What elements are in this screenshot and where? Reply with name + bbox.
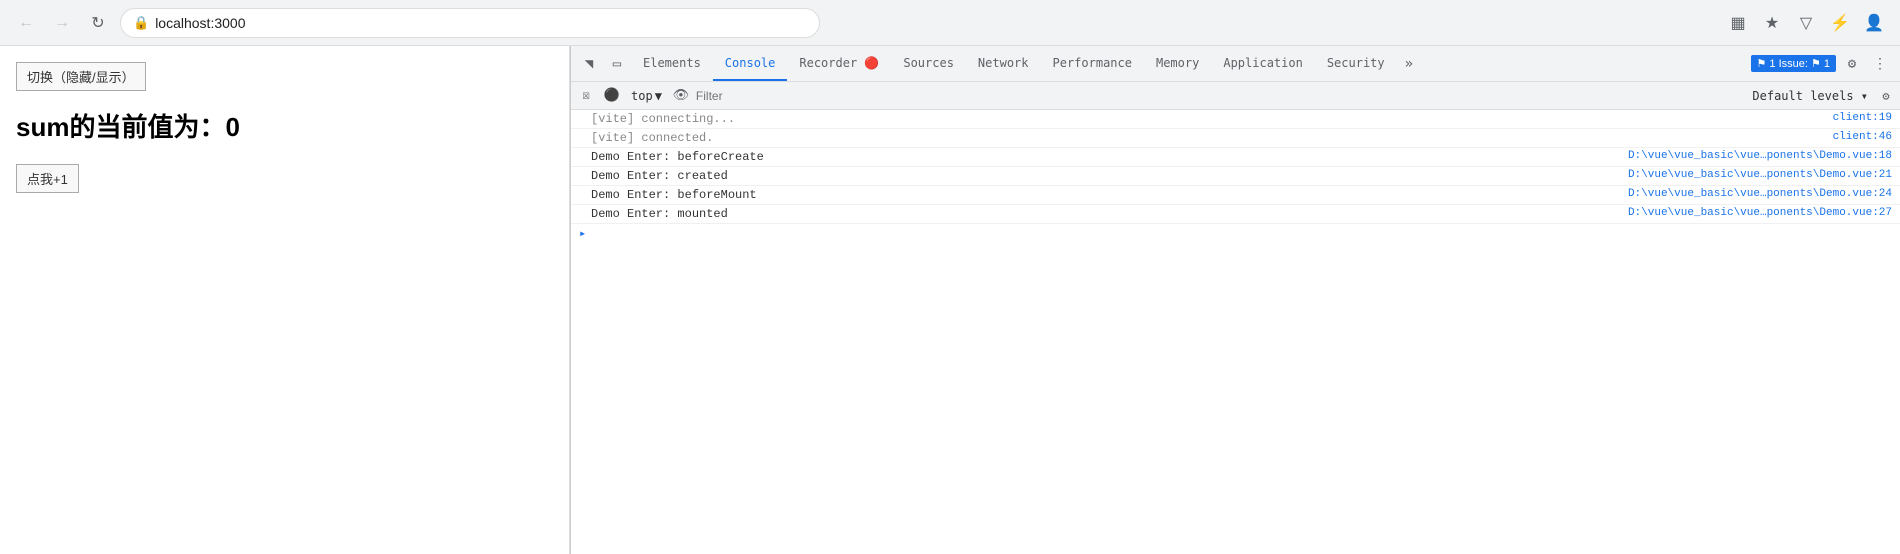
tab-recorder[interactable]: Recorder 🔴 [787, 46, 891, 81]
console-toolbar: ☒ ⚫ top ▼ 👁 Default levels ▾ ⚙ [571, 82, 1900, 110]
console-line-text: [vite] connected. [591, 131, 1817, 145]
tab-security[interactable]: Security [1315, 46, 1397, 81]
top-context-arrow: ▼ [655, 89, 662, 103]
console-line: Demo Enter: beforeMount D:\vue\vue_basic… [571, 186, 1900, 205]
eye-button[interactable]: 👁 [670, 85, 692, 107]
console-line-source[interactable]: D:\vue\vue_basic\vue…ponents\Demo.vue:27 [1628, 207, 1892, 219]
tab-console[interactable]: Console [713, 46, 788, 81]
top-context-label: top [631, 89, 653, 103]
clear-console-button[interactable]: ☒ [575, 85, 597, 107]
console-caret[interactable]: ▸ [571, 224, 1900, 243]
bookmark-button[interactable]: ★ [1758, 9, 1786, 37]
tab-more-button[interactable]: » [1397, 46, 1421, 81]
console-output: [vite] connecting... client:19 [vite] co… [571, 110, 1900, 554]
increment-button[interactable]: 点我+1 [16, 164, 79, 193]
browser-actions: ▦ ★ ▽ ⚡ 👤 [1724, 9, 1888, 37]
browser-chrome: ← → ↻ 🔒 localhost:3000 ▦ ★ ▽ ⚡ 👤 [0, 0, 1900, 46]
console-filter-settings-icon[interactable]: ⚙ [1876, 86, 1896, 106]
lock-icon: 🔒 [133, 15, 149, 31]
console-line: [vite] connected. client:46 [571, 129, 1900, 148]
tab-memory[interactable]: Memory [1144, 46, 1211, 81]
devtools-top-bar: ◥ ▭ Elements Console Recorder 🔴 Sources … [571, 46, 1900, 82]
console-line-source[interactable]: D:\vue\vue_basic\vue…ponents\Demo.vue:18 [1628, 150, 1892, 162]
main-layout: 切换（隐藏/显示） sum的当前值为：0 点我+1 ◥ ▭ Elements C… [0, 46, 1900, 554]
forward-button[interactable]: → [48, 9, 76, 37]
page-content: 切换（隐藏/显示） sum的当前值为：0 点我+1 [0, 46, 570, 554]
console-line-source[interactable]: client:19 [1833, 112, 1892, 124]
filter-input[interactable] [696, 86, 1744, 106]
console-line-text: Demo Enter: created [591, 169, 1612, 183]
devtools-more-icon[interactable]: ⋮ [1868, 52, 1892, 76]
url-text: localhost:3000 [155, 15, 245, 31]
console-line-text: [vite] connecting... [591, 112, 1817, 126]
issues-label: 1 Issue: [1769, 58, 1808, 70]
console-line-text: Demo Enter: mounted [591, 207, 1612, 221]
issues-button[interactable]: ⚑ 1 Issue: ⚑ 1 [1751, 55, 1836, 72]
console-line: Demo Enter: mounted D:\vue\vue_basic\vue… [571, 205, 1900, 224]
default-levels-label: Default levels ▾ [1752, 89, 1868, 103]
console-line: [vite] connecting... client:19 [571, 110, 1900, 129]
console-line-text: Demo Enter: beforeMount [591, 188, 1612, 202]
tab-performance[interactable]: Performance [1041, 46, 1144, 81]
profile-button[interactable]: ▽ [1792, 9, 1820, 37]
console-line-source[interactable]: D:\vue\vue_basic\vue…ponents\Demo.vue:21 [1628, 169, 1892, 181]
devtools-panel: ◥ ▭ Elements Console Recorder 🔴 Sources … [570, 46, 1900, 554]
page-heading: sum的当前值为：0 [16, 107, 553, 144]
console-line-source[interactable]: client:46 [1833, 131, 1892, 143]
toggle-button[interactable]: 切换（隐藏/显示） [16, 62, 146, 91]
issues-icon: ⚑ [1757, 57, 1767, 70]
extensions-button[interactable]: ⚡ [1826, 9, 1854, 37]
address-bar[interactable]: 🔒 localhost:3000 [120, 8, 820, 38]
tab-elements[interactable]: Elements [631, 46, 713, 81]
devtools-tab-actions: ⚑ 1 Issue: ⚑ 1 ⚙ ⋮ [1751, 52, 1896, 76]
console-line-source[interactable]: D:\vue\vue_basic\vue…ponents\Demo.vue:24 [1628, 188, 1892, 200]
devtools-settings-icon[interactable]: ⚙ [1840, 52, 1864, 76]
account-button[interactable]: 👤 [1860, 9, 1888, 37]
tab-application[interactable]: Application [1211, 46, 1314, 81]
devtools-drawer-icon[interactable]: ▭ [603, 50, 631, 78]
tab-network[interactable]: Network [966, 46, 1041, 81]
preserve-log-button[interactable]: ⚫ [601, 85, 623, 107]
top-context-selector[interactable]: top ▼ [627, 88, 666, 104]
tab-sources[interactable]: Sources [891, 46, 966, 81]
console-line: Demo Enter: beforeCreate D:\vue\vue_basi… [571, 148, 1900, 167]
devtools-tabs: Elements Console Recorder 🔴 Sources Netw… [631, 46, 1751, 81]
cast-button[interactable]: ▦ [1724, 9, 1752, 37]
console-line-text: Demo Enter: beforeCreate [591, 150, 1612, 164]
reload-button[interactable]: ↻ [84, 9, 112, 37]
console-line: Demo Enter: created D:\vue\vue_basic\vue… [571, 167, 1900, 186]
default-levels-selector[interactable]: Default levels ▾ [1748, 88, 1872, 104]
devtools-undock-icon[interactable]: ◥ [575, 50, 603, 78]
back-button[interactable]: ← [12, 9, 40, 37]
issues-count: ⚑ 1 [1811, 57, 1830, 70]
